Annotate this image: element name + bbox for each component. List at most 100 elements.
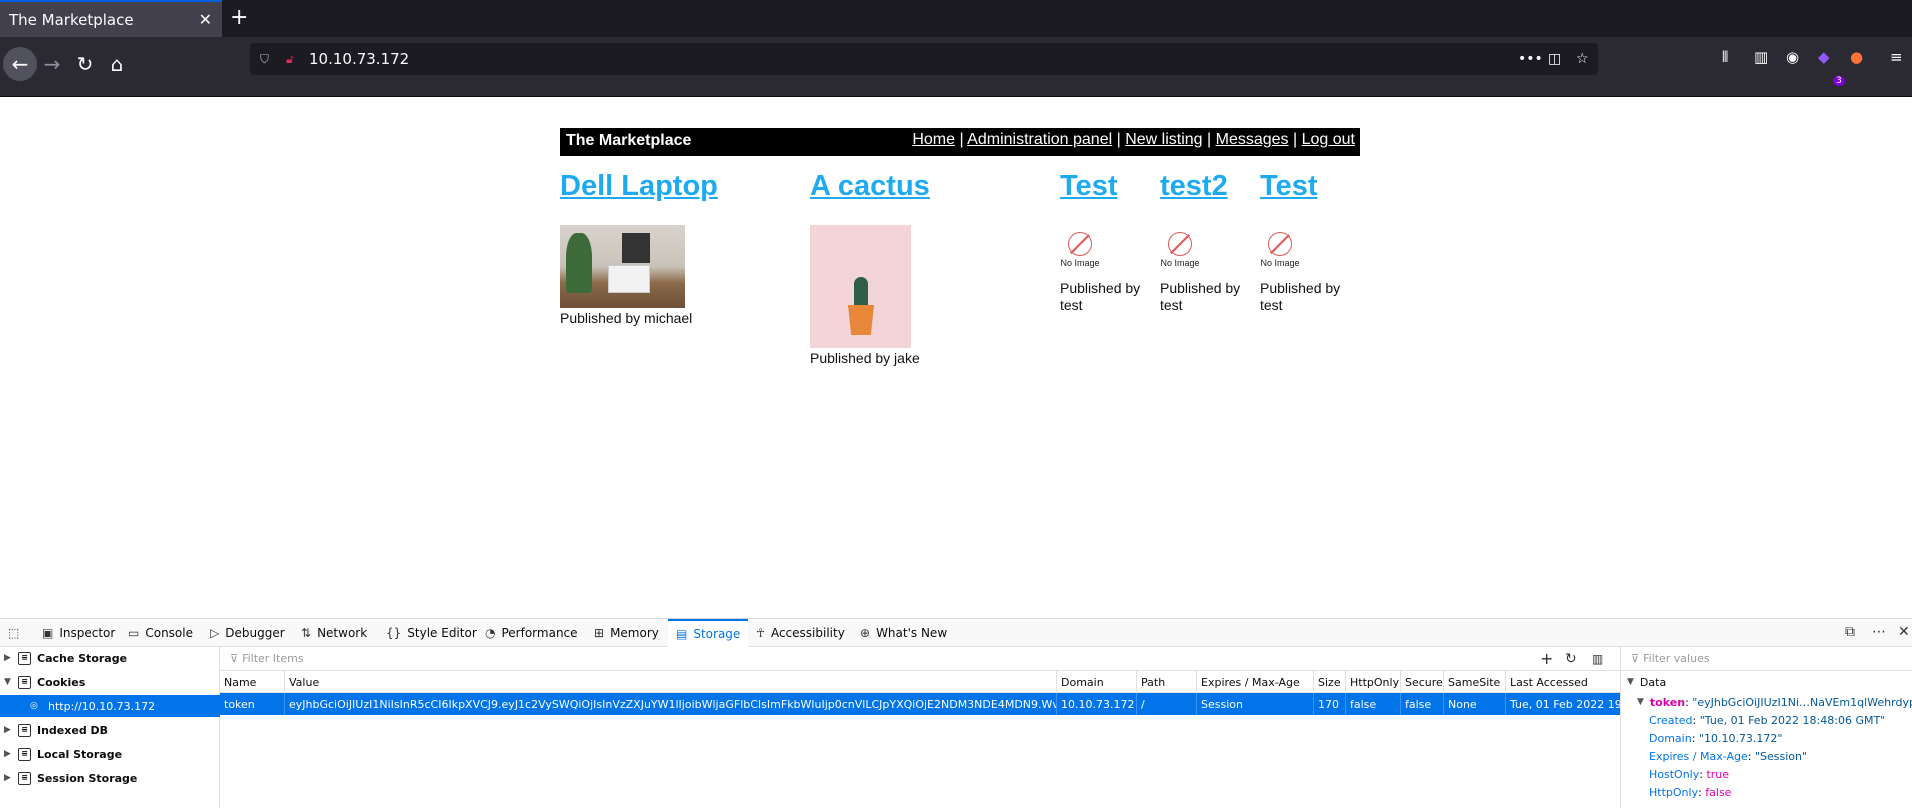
no-image-placeholder[interactable]: No Image bbox=[1060, 232, 1100, 272]
column-header[interactable]: HttpOnly bbox=[1346, 671, 1401, 693]
tab-style-editor[interactable]: {} Style Editor bbox=[386, 619, 477, 647]
column-header[interactable]: Path bbox=[1137, 671, 1197, 693]
forward-button[interactable]: → bbox=[35, 47, 69, 81]
cookie-samesite[interactable]: None bbox=[1444, 693, 1506, 715]
account-icon[interactable]: ◉ bbox=[1786, 48, 1799, 66]
filter-items-input[interactable]: ⊽ Filter Items + ↻ ▥ bbox=[220, 647, 1620, 671]
page-content: The Marketplace Home | Administration pa… bbox=[0, 98, 1912, 618]
data-item[interactable]: Expires / Max-Age: "Session" bbox=[1621, 747, 1912, 765]
no-image-icon bbox=[1068, 232, 1092, 256]
cookie-value[interactable]: eyJhbGciOiJIUzI1NiIsInR5cCI6IkpXVCJ9.eyJ… bbox=[285, 693, 1057, 715]
close-tab-icon[interactable]: ✕ bbox=[199, 10, 212, 29]
tree-item-local-storage[interactable]: ▶ ≡ Local Storage bbox=[0, 743, 220, 765]
tree-item-session-storage[interactable]: ▶ ≡ Session Storage bbox=[0, 767, 220, 789]
tab-label: Style Editor bbox=[407, 626, 477, 640]
filter-values-input[interactable]: ⊽ Filter values bbox=[1621, 647, 1912, 671]
tab-debugger[interactable]: ▷ Debugger bbox=[210, 619, 285, 647]
shield-icon[interactable]: ⛉ bbox=[260, 52, 269, 67]
tab-accessibility[interactable]: ☥ Accessibility bbox=[756, 619, 845, 647]
new-tab-icon[interactable]: + bbox=[230, 6, 248, 30]
expand-arrow-icon: ▼ bbox=[1637, 697, 1644, 707]
cookie-last-accessed[interactable]: Tue, 01 Feb 2022 19… bbox=[1506, 693, 1620, 715]
tree-label: Local Storage bbox=[37, 747, 123, 761]
tab-performance[interactable]: ◔ Performance bbox=[485, 619, 578, 647]
data-item[interactable]: Domain: "10.10.73.172" bbox=[1621, 729, 1912, 747]
no-image-text: No Image bbox=[1260, 258, 1300, 268]
cookie-secure[interactable]: false bbox=[1401, 693, 1444, 715]
devtools-menu-icon[interactable]: ⋯ bbox=[1872, 624, 1886, 640]
tree-item-cookie-host[interactable]: ◎ http://10.10.73.172 bbox=[0, 695, 220, 717]
token-value: "eyJhbGciOiJIUzI1Ni…NaVEm1qlWehrdypqTE" bbox=[1692, 695, 1912, 709]
extension-icon[interactable]: ◆ bbox=[1818, 48, 1830, 66]
home-icon[interactable]: ⌂ bbox=[100, 47, 134, 81]
listing-title-link[interactable]: Dell Laptop bbox=[560, 170, 780, 203]
filter-placeholder: Filter Items bbox=[242, 652, 304, 665]
cookie-httponly[interactable]: false bbox=[1346, 693, 1401, 715]
close-devtools-icon[interactable]: ✕ bbox=[1898, 624, 1910, 640]
add-item-icon[interactable]: + bbox=[1540, 649, 1553, 668]
listing-image-laptop[interactable] bbox=[560, 225, 685, 308]
tab-memory[interactable]: ⊞ Memory bbox=[594, 619, 659, 647]
nav-new-listing-link[interactable]: New listing bbox=[1125, 131, 1202, 148]
browser-tab[interactable]: The Marketplace ✕ bbox=[0, 0, 222, 37]
url-text[interactable]: 10.10.73.172 bbox=[309, 50, 409, 68]
tab-console[interactable]: ▭ Console bbox=[128, 619, 193, 647]
column-header[interactable]: Value bbox=[285, 671, 1057, 693]
column-header[interactable]: Domain bbox=[1057, 671, 1137, 693]
insecure-lock-icon[interactable]: 🔓︎ bbox=[286, 52, 294, 67]
column-header[interactable]: SameSite bbox=[1444, 671, 1506, 693]
data-section-header[interactable]: ▼ Data bbox=[1621, 671, 1912, 693]
tree-item-cache-storage[interactable]: ▶ ≡ Cache Storage bbox=[0, 647, 220, 669]
token-entry[interactable]: ▼ token: "eyJhbGciOiJIUzI1Ni…NaVEm1qlWeh… bbox=[1621, 693, 1912, 711]
tab-label: Debugger bbox=[225, 626, 285, 640]
nav-home-link[interactable]: Home bbox=[912, 131, 955, 148]
no-image-placeholder[interactable]: No Image bbox=[1160, 232, 1200, 272]
pocket-icon[interactable]: ◫ bbox=[1548, 51, 1561, 67]
listing-title-link[interactable]: A cactus bbox=[810, 170, 1030, 203]
element-picker-icon[interactable]: ⬚ bbox=[8, 619, 25, 647]
dock-icon[interactable]: ⧉ bbox=[1845, 624, 1855, 640]
listing-title-link[interactable]: Test bbox=[1060, 170, 1150, 203]
foxyproxy-icon[interactable]: ● bbox=[1850, 48, 1863, 66]
data-item[interactable]: HostOnly: true bbox=[1621, 765, 1912, 783]
cookie-domain[interactable]: 10.10.73.172 bbox=[1057, 693, 1137, 715]
data-item[interactable]: HttpOnly: false bbox=[1621, 783, 1912, 801]
page-actions-icon[interactable]: ••• bbox=[1518, 51, 1543, 67]
back-button[interactable]: ← bbox=[3, 47, 37, 81]
tree-item-cookies[interactable]: ▼ ≡ Cookies bbox=[0, 671, 220, 693]
column-header[interactable]: Expires / Max-Age bbox=[1197, 671, 1314, 693]
column-header[interactable]: Name bbox=[220, 671, 285, 693]
tab-title: The Marketplace bbox=[9, 10, 134, 29]
toggle-sidebar-icon[interactable]: ▥ bbox=[1592, 652, 1603, 666]
nav-admin-link[interactable]: Administration panel bbox=[967, 131, 1112, 148]
listing-title-link[interactable]: Test bbox=[1260, 170, 1350, 203]
token-key: token bbox=[1649, 695, 1686, 709]
reload-icon[interactable]: ↻ bbox=[68, 47, 102, 81]
refresh-icon[interactable]: ↻ bbox=[1565, 651, 1577, 667]
table-row[interactable]: token eyJhbGciOiJIUzI1NiIsInR5cCI6IkpXVC… bbox=[220, 693, 1620, 715]
tree-item-indexed-db[interactable]: ▶ ≡ Indexed DB bbox=[0, 719, 220, 741]
cookie-name[interactable]: token bbox=[220, 693, 285, 715]
tab-whats-new[interactable]: ⊕ What's New bbox=[860, 619, 947, 647]
listing-title-link[interactable]: test2 bbox=[1160, 170, 1250, 203]
cookie-path[interactable]: / bbox=[1137, 693, 1197, 715]
column-header[interactable]: Last Accessed bbox=[1506, 671, 1620, 693]
cookie-size[interactable]: 170 bbox=[1314, 693, 1346, 715]
library-icon[interactable]: ⫴ bbox=[1722, 48, 1728, 66]
cookie-expires[interactable]: Session bbox=[1197, 693, 1314, 715]
column-header[interactable]: Secure bbox=[1401, 671, 1444, 693]
data-item[interactable]: Created: "Tue, 01 Feb 2022 18:48:06 GMT" bbox=[1621, 711, 1912, 729]
filter-icon: ⊽ bbox=[1631, 652, 1640, 665]
listing-image-cactus[interactable] bbox=[810, 225, 911, 348]
url-bar[interactable]: ⛉ 🔓︎ 10.10.73.172 ••• ◫ ☆ bbox=[250, 43, 1598, 75]
tab-storage[interactable]: ▤ Storage bbox=[668, 619, 749, 647]
bookmark-star-icon[interactable]: ☆ bbox=[1576, 51, 1589, 67]
nav-logout-link[interactable]: Log out bbox=[1302, 131, 1355, 148]
tab-network[interactable]: ⇅ Network bbox=[301, 619, 367, 647]
menu-icon[interactable]: ≡ bbox=[1890, 48, 1903, 66]
column-header[interactable]: Size bbox=[1314, 671, 1346, 693]
tab-inspector[interactable]: ▣ Inspector bbox=[42, 619, 115, 647]
nav-messages-link[interactable]: Messages bbox=[1216, 131, 1289, 148]
sidebar-icon[interactable]: ▥ bbox=[1754, 48, 1768, 66]
no-image-placeholder[interactable]: No Image bbox=[1260, 232, 1300, 272]
